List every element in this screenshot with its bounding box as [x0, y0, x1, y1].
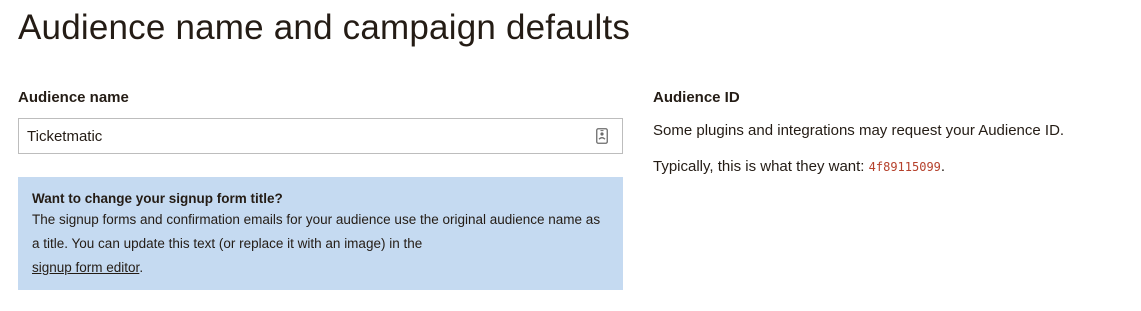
notice-body-text: The signup forms and confirmation emails…: [32, 212, 601, 251]
audience-name-input[interactable]: [19, 119, 622, 153]
audience-id-section: Audience ID Some plugins and integration…: [653, 88, 1133, 177]
audience-id-prefix: Typically, this is what they want:: [653, 158, 869, 175]
page-title: Audience name and campaign defaults: [18, 8, 631, 47]
contact-card-icon[interactable]: [596, 128, 608, 144]
signup-form-editor-link[interactable]: signup form editor: [32, 260, 139, 275]
notice-trailing: .: [139, 260, 144, 275]
audience-name-label: Audience name: [18, 89, 129, 106]
notice-title: Want to change your signup form title?: [32, 191, 283, 206]
audience-id-suffix: .: [940, 158, 946, 175]
audience-id-description: Some plugins and integrations may reques…: [653, 122, 1065, 139]
audience-id-value: 4f89115099: [868, 160, 941, 174]
audience-name-section: Audience name Want to change your signup…: [18, 88, 623, 290]
notice-body: The signup forms and confirmation emails…: [32, 208, 609, 280]
page: Audience name and campaign defaults Audi…: [0, 0, 1141, 311]
audience-id-label: Audience ID: [653, 89, 740, 106]
signup-form-title-notice: Want to change your signup form title? T…: [18, 177, 623, 290]
audience-name-field[interactable]: [18, 118, 623, 154]
audience-id-line: Typically, this is what they want: 4f891…: [653, 157, 1133, 177]
